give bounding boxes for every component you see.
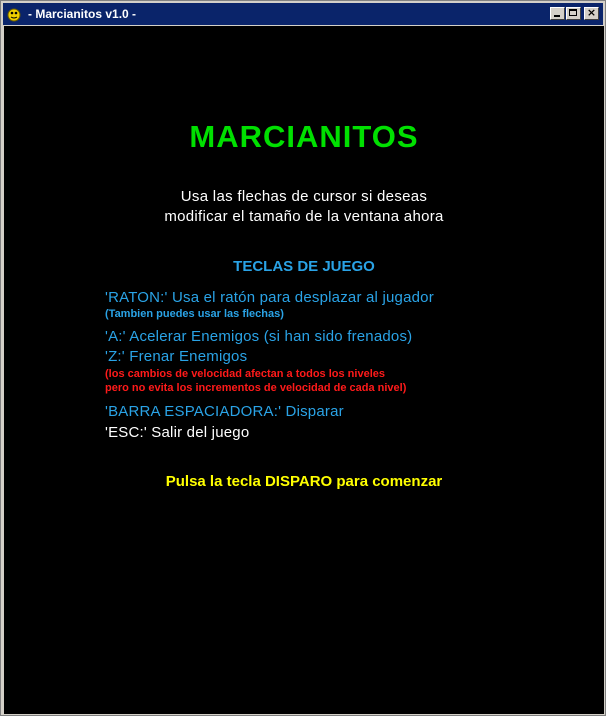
keys-header: TECLAS DE JUEGO [233,258,375,275]
pygame-snake-icon [7,8,21,22]
start-prompt: Pulsa la tecla DISPARO para comenzar [165,473,443,490]
maximize-icon [569,9,577,16]
intro-line-2: modificar el tamaño de la ventana ahora [164,208,444,225]
minimize-icon [554,15,560,17]
game-canvas[interactable]: MARCIANITOS Usa las flechas de cursor si… [4,26,604,714]
close-button[interactable]: × [584,6,599,20]
speed-note-2: pero no evita los incrementos de velocid… [105,382,407,394]
intro-line-1: Usa las flechas de cursor si deseas [180,188,428,205]
window-controls: × [549,6,599,20]
speed-note-1: (los cambios de velocidad afectan a todo… [105,368,385,380]
key-esc: 'ESC:' Salir del juego [105,424,250,441]
app-window: - Marcianitos v1.0 - × MARCIANITOS Usa l… [0,0,606,716]
close-icon: × [586,6,597,19]
window-title: - Marcianitos v1.0 - [28,7,137,21]
key-raton: 'RATON:' Usa el ratón para desplazar al … [105,289,434,306]
key-raton-note: (Tambien puedes usar las flechas) [105,308,284,320]
key-a: 'A:' Acelerar Enemigos (si han sido fren… [105,328,413,345]
title-bar[interactable]: - Marcianitos v1.0 - × [3,3,603,25]
minimize-button[interactable] [550,7,565,20]
key-space: 'BARRA ESPACIADORA:' Disparar [105,403,344,420]
key-z: 'Z:' Frenar Enemigos [105,348,248,365]
game-title: MARCIANITOS [189,119,419,154]
maximize-button[interactable] [566,7,581,20]
